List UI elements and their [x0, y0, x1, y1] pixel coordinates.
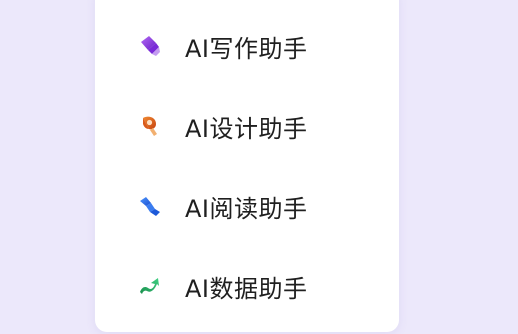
menu-item-ai-reading[interactable]: AI阅读助手: [95, 166, 399, 246]
menu-item-ai-design[interactable]: AI设计助手: [95, 86, 399, 166]
data-trend-icon: [136, 272, 164, 300]
reading-wave-icon: [136, 192, 164, 220]
menu-item-label: AI设计助手: [185, 114, 308, 143]
design-brush-icon: [136, 112, 164, 140]
menu-item-label: AI写作助手: [185, 34, 308, 63]
menu-item-label: AI数据助手: [185, 274, 308, 303]
assistant-menu: AI写作助手 AI设计助手 AI阅读助手 AI数据助手: [95, 0, 399, 332]
menu-item-label: AI阅读助手: [185, 194, 308, 223]
menu-item-ai-writing[interactable]: AI写作助手: [95, 6, 399, 86]
writing-pen-icon: [136, 32, 164, 60]
menu-item-ai-data[interactable]: AI数据助手: [95, 246, 399, 326]
